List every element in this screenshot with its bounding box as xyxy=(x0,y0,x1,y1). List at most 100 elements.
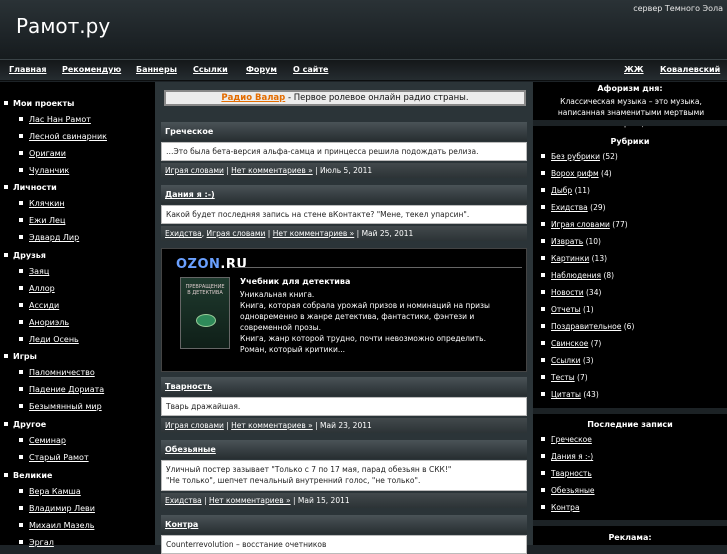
post-title[interactable]: Греческое xyxy=(161,122,527,141)
divider xyxy=(533,408,727,414)
ads-heading: Реклама: xyxy=(608,533,652,542)
post-comments[interactable]: Нет комментариев » xyxy=(231,166,313,175)
section-my-projects: Мои проекты xyxy=(4,99,74,108)
post-date: Май 23, 2011 xyxy=(320,421,372,430)
rubric-item[interactable]: Цитаты (43) xyxy=(541,390,599,399)
nav-banners[interactable]: Баннеры xyxy=(136,65,177,74)
link-las-nan-ramot[interactable]: Лас Нан Рамот xyxy=(19,115,91,124)
rubric-item[interactable]: Новости (34) xyxy=(541,288,601,297)
divider xyxy=(533,120,727,126)
rubric-item[interactable]: Наблюдения (8) xyxy=(541,271,614,280)
post-comments[interactable]: Нет комментариев » xyxy=(209,496,291,505)
post-meta: Играя словами | Нет комментариев » | Май… xyxy=(161,418,527,433)
book-cover-text: ПРЕВРАЩЕНИЕ В ДЕТЕКТИВА xyxy=(185,284,225,296)
post-body: …Это была бета-версия альфа-самца и прин… xyxy=(161,142,527,161)
recent-post-item[interactable]: Тварность xyxy=(541,469,592,478)
link-klyachkin[interactable]: Клячкин xyxy=(19,199,65,208)
rubric-item[interactable]: Без рубрики (52) xyxy=(541,152,618,161)
post-meta: Ехидства | Нет комментариев » | Май 15, … xyxy=(161,493,527,508)
post-title[interactable]: Дания я :-) xyxy=(161,185,527,204)
nav-forum[interactable]: Форум xyxy=(246,65,277,74)
nav-recommend[interactable]: Рекомендую xyxy=(62,65,121,74)
post-tag[interactable]: Играя словами xyxy=(165,421,224,430)
post-date: Июль 5, 2011 xyxy=(320,166,373,175)
left-sidebar: Мои проекты Лас Нан Рамот Лесной свинарн… xyxy=(0,82,155,547)
link-assidi[interactable]: Ассиди xyxy=(19,301,59,310)
post-title[interactable]: Контра xyxy=(161,515,527,534)
rubric-item[interactable]: Изврать (10) xyxy=(541,237,601,246)
section-personalities: Личности xyxy=(4,183,57,192)
right-sidebar: Афоризм дня: Классическая музыка – это м… xyxy=(533,82,727,545)
link-allor[interactable]: Аллор xyxy=(19,284,55,293)
post-comments[interactable]: Нет комментариев » xyxy=(273,229,355,238)
rubric-item[interactable]: Ворох рифм (4) xyxy=(541,169,612,178)
server-label: сервер Темного Эола xyxy=(633,4,723,13)
post-body: Тварь дражайшая. xyxy=(161,397,527,416)
link-vladimir-levi[interactable]: Владимир Леви xyxy=(19,504,95,513)
recent-post-item[interactable]: Контра xyxy=(541,503,580,512)
ozon-book-desc: Уникальная книга. Книга, которая собрала… xyxy=(240,290,490,354)
post-tag[interactable]: Ехидства xyxy=(165,496,202,505)
link-old-ramot[interactable]: Старый Рамот xyxy=(19,453,89,462)
post-title[interactable]: Тварность xyxy=(161,377,527,396)
main-content: Радио Валар - Первое ролевое онлайн ради… xyxy=(155,82,533,554)
rubric-item[interactable]: Ссылки (3) xyxy=(541,356,594,365)
rubric-item[interactable]: Свинское (7) xyxy=(541,339,601,348)
recent-post-item[interactable]: Обезьяные xyxy=(541,486,595,495)
rubrics-heading: Рубрики xyxy=(610,137,650,146)
post-tag[interactable]: Играя словами xyxy=(165,166,224,175)
link-ergal[interactable]: Эргал xyxy=(19,538,54,547)
rubric-item[interactable]: Поздравительное (6) xyxy=(541,322,634,331)
post-meta: Играя словами | Нет комментариев » | Июл… xyxy=(161,163,527,178)
ozon-ad[interactable]: OZON.RU ПРЕВРАЩЕНИЕ В ДЕТЕКТИВА Учебник … xyxy=(161,248,527,372)
recent-post-item[interactable]: Дания я :-) xyxy=(541,452,593,461)
nav-home[interactable]: Главная xyxy=(9,65,46,74)
post-title[interactable]: Обезьяные xyxy=(161,440,527,459)
main-nav: Главная Рекомендую Баннеры Ссылки Форум … xyxy=(0,59,727,81)
post-tag[interactable]: Ехидства xyxy=(165,229,202,238)
recent-post-item[interactable]: Греческое xyxy=(541,435,592,444)
post-body: Какой будет последняя запись на стене вК… xyxy=(161,205,527,224)
site-logo[interactable]: Рамот.ру xyxy=(16,14,110,38)
rubric-item[interactable]: Играя словами (77) xyxy=(541,220,628,229)
post-date: Май 25, 2011 xyxy=(361,229,414,238)
post-body: Уличный постер зазывает "Только с 7 по 1… xyxy=(161,460,527,491)
link-palomnichestvo[interactable]: Паломничество xyxy=(19,368,95,377)
link-padenie-doriata[interactable]: Падение Дориата xyxy=(19,385,104,394)
link-zayats[interactable]: Заяц xyxy=(19,267,49,276)
nav-kovalevsky[interactable]: Ковалевский xyxy=(660,65,720,74)
link-nameless-world[interactable]: Безымянный мир xyxy=(19,402,102,411)
section-friends: Друзья xyxy=(4,251,46,260)
section-games: Игры xyxy=(4,352,37,361)
link-ezhi-lets[interactable]: Ежи Лец xyxy=(19,216,65,225)
eye-icon xyxy=(196,314,216,327)
ozon-book-title[interactable]: Учебник для детектива xyxy=(240,277,350,286)
link-vera-kamsha[interactable]: Вера Камша xyxy=(19,487,81,496)
ozon-logo: OZON.RU xyxy=(176,257,248,272)
radio-banner: Радио Валар - Первое ролевое онлайн ради… xyxy=(164,90,526,106)
rubric-item[interactable]: Картинки (13) xyxy=(541,254,607,263)
post-comments[interactable]: Нет комментариев » xyxy=(231,421,313,430)
post-tag[interactable]: Играя словами xyxy=(207,229,266,238)
link-lady-osen[interactable]: Леди Осень xyxy=(19,335,79,344)
rubric-item[interactable]: Ехидства (29) xyxy=(541,203,606,212)
link-seminar[interactable]: Семинар xyxy=(19,436,66,445)
rubric-item[interactable]: Тесты (7) xyxy=(541,373,588,382)
link-anoriel[interactable]: Анориэль xyxy=(19,318,69,327)
rubric-item[interactable]: Отчеты (1) xyxy=(541,305,594,314)
book-cover[interactable]: ПРЕВРАЩЕНИЕ В ДЕТЕКТИВА xyxy=(180,277,230,349)
link-origami[interactable]: Оригами xyxy=(19,149,66,158)
nav-lj[interactable]: ЖЖ xyxy=(624,65,644,74)
link-mikhail-mazel[interactable]: Михаил Мазель xyxy=(19,521,94,530)
nav-about[interactable]: О сайте xyxy=(293,65,328,74)
link-edward-lear[interactable]: Эдвард Лир xyxy=(19,233,79,242)
link-forest-pigsty[interactable]: Лесной свинарник xyxy=(19,132,107,141)
site-header: сервер Темного Эола Рамот.ру xyxy=(0,0,727,59)
recent-heading: Последние записи xyxy=(587,420,673,429)
post-date: Май 15, 2011 xyxy=(297,496,350,505)
nav-links[interactable]: Ссылки xyxy=(193,65,228,74)
aphorism-heading: Афоризм дня: xyxy=(597,84,663,93)
rubric-item[interactable]: Дыбр (11) xyxy=(541,186,590,195)
link-chulanchik[interactable]: Чуланчик xyxy=(19,166,69,175)
radio-link[interactable]: Радио Валар xyxy=(221,93,285,103)
